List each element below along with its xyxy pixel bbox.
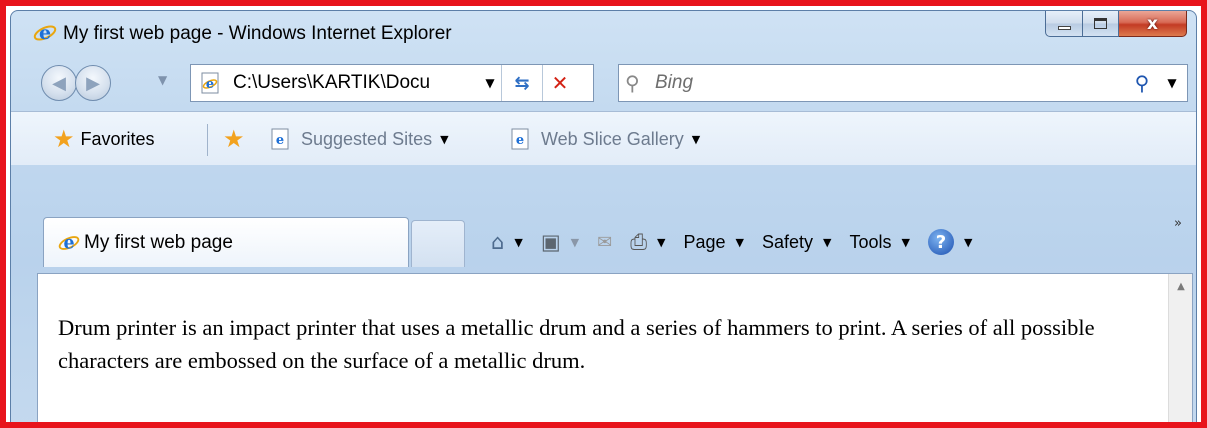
address-dropdown[interactable]: ▼ — [479, 76, 501, 90]
ie-logo-icon: e — [58, 233, 80, 253]
screenshot-frame: e My first web page - Windows Internet E… — [0, 0, 1207, 428]
navigation-bar: ◀ ▶ ▼ e C:\Users\KARTIK\Docu ▼ ⇆ ✕ ⚲ Bin… — [11, 63, 1196, 107]
help-icon: ? — [928, 229, 955, 255]
back-arrow-icon: ◀ — [52, 72, 66, 94]
tab-row: e My first web page ⌂ ▼ ▣ ▼ ✉ ⎙ ▼ Page ▼… — [11, 166, 1196, 272]
forward-button[interactable]: ▶ — [75, 65, 111, 101]
search-input[interactable]: Bing — [655, 72, 1127, 94]
browser-window: e My first web page - Windows Internet E… — [10, 10, 1197, 422]
recent-pages-dropdown[interactable]: ▼ — [158, 73, 167, 87]
chevron-down-icon: ▼ — [901, 235, 911, 249]
new-tab-button[interactable] — [411, 220, 465, 267]
title-bar: e My first web page - Windows Internet E… — [11, 11, 1196, 55]
chevron-down-icon: ▼ — [964, 235, 973, 249]
web-slice-gallery-label: Web Slice Gallery — [541, 128, 684, 149]
favorites-separator — [207, 124, 208, 156]
favorites-button[interactable]: ★ Favorites — [53, 112, 155, 166]
address-input[interactable]: C:\Users\KARTIK\Docu — [233, 72, 479, 94]
refresh-button[interactable]: ⇆ — [502, 65, 542, 101]
search-go-icon[interactable]: ⚲ — [1127, 71, 1157, 95]
address-bar[interactable]: e C:\Users\KARTIK\Docu ▼ ⇆ ✕ — [190, 64, 594, 102]
svg-text:e: e — [63, 233, 74, 253]
web-slice-gallery-link[interactable]: e Web Slice Gallery ▼ — [509, 112, 700, 166]
scroll-up-arrow-icon[interactable]: ▲ — [1169, 274, 1193, 298]
minimize-button[interactable] — [1045, 11, 1083, 37]
read-mail-button[interactable]: ✉ — [597, 232, 612, 253]
chevron-down-icon: ▼ — [735, 235, 745, 249]
caption-buttons: x — [1045, 11, 1187, 41]
favorites-label: Favorites — [80, 128, 155, 149]
back-button[interactable]: ◀ — [41, 65, 77, 101]
svg-text:e: e — [516, 133, 524, 148]
safety-menu-label: Safety — [762, 231, 814, 252]
search-icon: ⚲ — [625, 71, 640, 95]
print-button[interactable]: ⎙ ▼ — [630, 230, 665, 255]
svg-text:e: e — [276, 133, 284, 148]
chevron-down-icon: ▼ — [570, 235, 580, 249]
page-icon: e — [511, 128, 529, 150]
search-provider-dropdown[interactable]: ▼ — [1157, 76, 1187, 90]
window-title: My first web page - Windows Internet Exp… — [63, 23, 452, 44]
page-menu-label: Page — [683, 231, 726, 252]
printer-icon: ⎙ — [630, 229, 648, 254]
minimize-icon — [1057, 25, 1071, 30]
vertical-scrollbar[interactable]: ▲ — [1168, 274, 1193, 422]
help-button[interactable]: ? ▼ — [928, 229, 972, 255]
search-box[interactable]: ⚲ Bing ⚲ ▼ — [618, 64, 1188, 102]
page-paragraph: Drum printer is an impact printer that u… — [58, 315, 1095, 373]
chevron-down-icon: ▼ — [657, 235, 666, 249]
tab-my-first-web-page[interactable]: e My first web page — [43, 217, 409, 267]
star-icon: ★ — [53, 125, 75, 153]
svg-text:e: e — [206, 77, 214, 92]
svg-text:e: e — [39, 22, 51, 44]
chevron-down-icon: ▼ — [514, 235, 523, 249]
favorites-bar: ★ Favorites ★ e Suggested Sites ▼ e Web … — [11, 111, 1196, 165]
home-icon: ⌂ — [491, 230, 505, 254]
home-button[interactable]: ⌂ ▼ — [491, 230, 523, 254]
command-bar: ⌂ ▼ ▣ ▼ ✉ ⎙ ▼ Page ▼ Safety ▼ Tools ▼ ? … — [491, 220, 990, 264]
feeds-button[interactable]: ▣ ▼ — [541, 230, 579, 254]
close-icon: x — [1147, 13, 1158, 34]
safety-menu-button[interactable]: Safety ▼ — [762, 232, 832, 253]
page-content-area: Drum printer is an impact printer that u… — [37, 273, 1193, 422]
add-favorite-star-icon: ★ — [223, 125, 245, 153]
rss-feed-icon: ▣ — [540, 230, 561, 254]
tools-menu-button[interactable]: Tools ▼ — [850, 232, 911, 253]
tools-menu-label: Tools — [849, 231, 892, 252]
ie-logo-icon: e — [33, 22, 57, 44]
close-button[interactable]: x — [1119, 11, 1187, 37]
chevron-down-icon: ▼ — [440, 132, 449, 146]
forward-arrow-icon: ▶ — [86, 72, 100, 94]
maximize-icon — [1094, 18, 1107, 29]
mail-icon: ✉ — [597, 231, 613, 253]
stop-icon: ✕ — [551, 71, 569, 95]
page-icon: e — [201, 72, 219, 94]
tab-label: My first web page — [84, 231, 233, 253]
suggested-sites-label: Suggested Sites — [301, 128, 433, 149]
chevron-down-icon: ▼ — [691, 132, 701, 146]
chevron-down-icon: ▼ — [823, 235, 832, 249]
page-icon: e — [271, 128, 289, 150]
stop-button[interactable]: ✕ — [543, 65, 577, 101]
add-to-favorites-button[interactable]: ★ — [223, 112, 251, 166]
maximize-button[interactable] — [1083, 11, 1119, 37]
refresh-icon: ⇆ — [514, 72, 530, 94]
more-commands-chevron-icon[interactable]: » — [1174, 216, 1182, 231]
page-menu-button[interactable]: Page ▼ — [684, 232, 745, 253]
suggested-sites-link[interactable]: e Suggested Sites ▼ — [269, 112, 449, 166]
